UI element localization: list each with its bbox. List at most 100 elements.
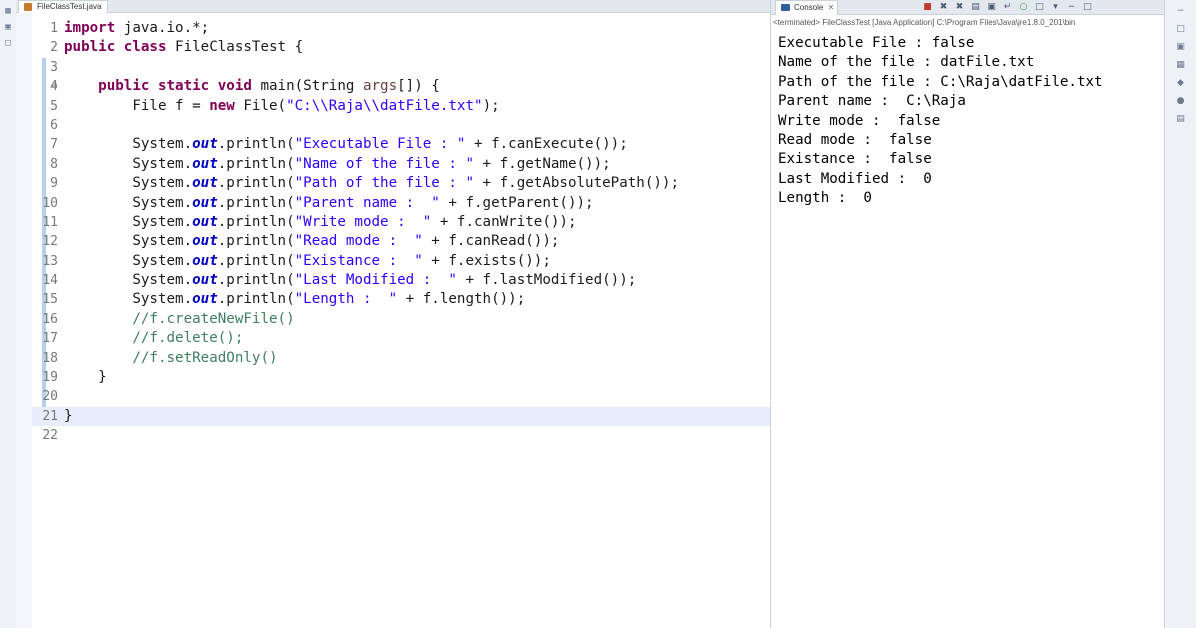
code-token: .println( [217,291,295,308]
remove-all-icon[interactable]: ✖ [953,1,966,13]
code-editor[interactable]: FileClassTest.java 1 import java.io.*; 2 pu… [16,0,771,628]
trim-icon[interactable]: − [1175,6,1186,17]
code-area[interactable]: 1 import java.io.*; 2 public class FileClas… [32,19,770,446]
trim-icon[interactable]: ▤ [1175,114,1186,125]
code-line[interactable]: 6 [32,116,770,135]
code-line[interactable]: 14 System.out.println("Last Modified : "… [32,271,770,290]
fold-marker-icon[interactable]: ⊖ [52,77,57,96]
code-token: System. [64,175,193,192]
code-line[interactable]: 15 System.out.println("Length : " + f.le… [32,290,770,309]
code-token: "Existance : " [294,252,423,269]
maximize-icon[interactable]: □ [1081,1,1094,13]
line-number: 18 [42,350,58,366]
console-output-line: Parent name : C:\Raja [778,93,966,110]
line-number: 12 [42,234,58,250]
trim-icon[interactable]: ▦ [1175,60,1186,71]
trim-icon[interactable]: □ [1175,24,1186,35]
code-token: System. [64,291,193,308]
code-token: + f.exists()); [422,252,551,269]
code-line[interactable]: 21} [32,406,770,427]
code-line[interactable]: 12 System.out.println("Read mode : " + f… [32,232,770,251]
code-token: System. [64,213,193,230]
code-token: "Path of the file : " [294,175,474,192]
code-token: .println( [217,136,295,153]
editor-tab-label: FileClassTest.java [37,2,102,11]
code-line[interactable]: 10 System.out.println("Parent name : " +… [32,194,770,213]
code-line[interactable]: 2 public class FileClassTest { [32,38,770,57]
code-token: + f.canExecute()); [465,136,628,153]
code-line[interactable]: 11 System.out.println("Write mode : " + … [32,213,770,232]
line-number: 4 [50,79,58,95]
code-line[interactable]: 20 [32,387,770,406]
code-line[interactable]: 13 System.out.println("Existance : " + f… [32,252,770,271]
line-number: 6 [50,117,58,133]
line-number: 8 [50,156,58,172]
code-token: ); [482,97,500,114]
code-token: import [64,20,116,36]
clear-console-icon[interactable]: ▤ [969,1,982,13]
console-toolbar: ■ ✖ ✖ ▤ ▣ ↵ ○ □ ▾ − □ [921,0,1094,14]
trim-icon[interactable]: ◆ [1175,78,1186,89]
code-token: .println( [217,213,295,230]
display-console-icon[interactable]: □ [1033,1,1046,13]
trim-icon[interactable]: ▣ [1175,42,1186,53]
code-token: System. [64,194,193,211]
remove-launch-icon[interactable]: ✖ [937,1,950,13]
code-line[interactable]: 8 System.out.println("Name of the file :… [32,155,770,174]
terminate-icon[interactable]: ■ [921,1,934,13]
code-token: main(String [251,78,363,95]
console-output[interactable]: Executable File : false Name of the file … [778,34,1103,209]
code-line[interactable]: 7 System.out.println("Executable File : … [32,135,770,154]
code-line[interactable]: 1 import java.io.*; [32,19,770,38]
code-line[interactable]: 9 System.out.println("Path of the file :… [32,174,770,193]
trim-icon[interactable]: □ [3,38,13,48]
code-line[interactable]: 5 File f = new File("C:\\Raja\\datFile.t… [32,97,770,116]
console-tab-label: Console [794,3,824,12]
code-token: System. [64,155,193,172]
code-line[interactable]: 17 //f.delete(); [32,329,770,348]
code-token: out [192,213,218,230]
editor-tabbar: FileClassTest.java [16,0,770,13]
trim-icon[interactable]: ▦ [3,6,13,16]
code-token: FileClassTest { [166,39,304,56]
code-token: public static void [98,78,252,95]
code-token: .println( [217,155,295,172]
console-view[interactable]: Console ✕ ■ ✖ ✖ ▤ ▣ ↵ ○ □ ▾ − □ <terminated> FileC… [771,0,1165,628]
console-output-line: Write mode : false [778,112,941,129]
code-line[interactable]: 4 ⊖ public static void main(String args[]… [32,77,770,96]
code-token: + f.getParent()); [439,194,594,211]
code-token: System. [64,252,193,269]
minimize-icon[interactable]: − [1065,1,1078,13]
line-number: 19 [42,370,58,386]
open-console-icon[interactable]: ▾ [1049,1,1062,13]
close-icon[interactable]: ✕ [828,1,835,15]
console-output-line: Length : 0 [778,190,872,207]
code-token: + f.canWrite()); [431,213,577,230]
code-line[interactable]: 18 //f.setReadOnly() [32,349,770,368]
code-token: } [64,407,73,424]
line-number: 3 [50,59,58,75]
code-line[interactable]: 16 //f.createNewFile() [32,310,770,329]
code-line[interactable]: 3 [32,58,770,77]
code-token: + f.lastModified()); [456,272,637,289]
scroll-lock-icon[interactable]: ▣ [985,1,998,13]
code-token: out [192,175,218,192]
pin-console-icon[interactable]: ○ [1017,1,1030,13]
code-line[interactable]: 19 } [32,368,770,387]
code-token: .println( [217,272,295,289]
trim-icon[interactable]: ● [1175,96,1186,107]
trim-icon[interactable]: ▣ [3,22,13,32]
vertical-ruler [16,13,32,628]
code-token: "Name of the file : " [294,155,474,172]
editor-tab[interactable]: FileClassTest.java [18,0,109,13]
code-token: "Executable File : " [294,136,466,153]
code-token: + f.getAbsolutePath()); [474,175,679,192]
code-line[interactable]: 22 [32,426,770,445]
word-wrap-icon[interactable]: ↵ [1001,1,1014,13]
code-token: java.io.*; [115,20,210,36]
code-token: args [362,78,398,95]
console-tab[interactable]: Console ✕ [775,0,839,15]
